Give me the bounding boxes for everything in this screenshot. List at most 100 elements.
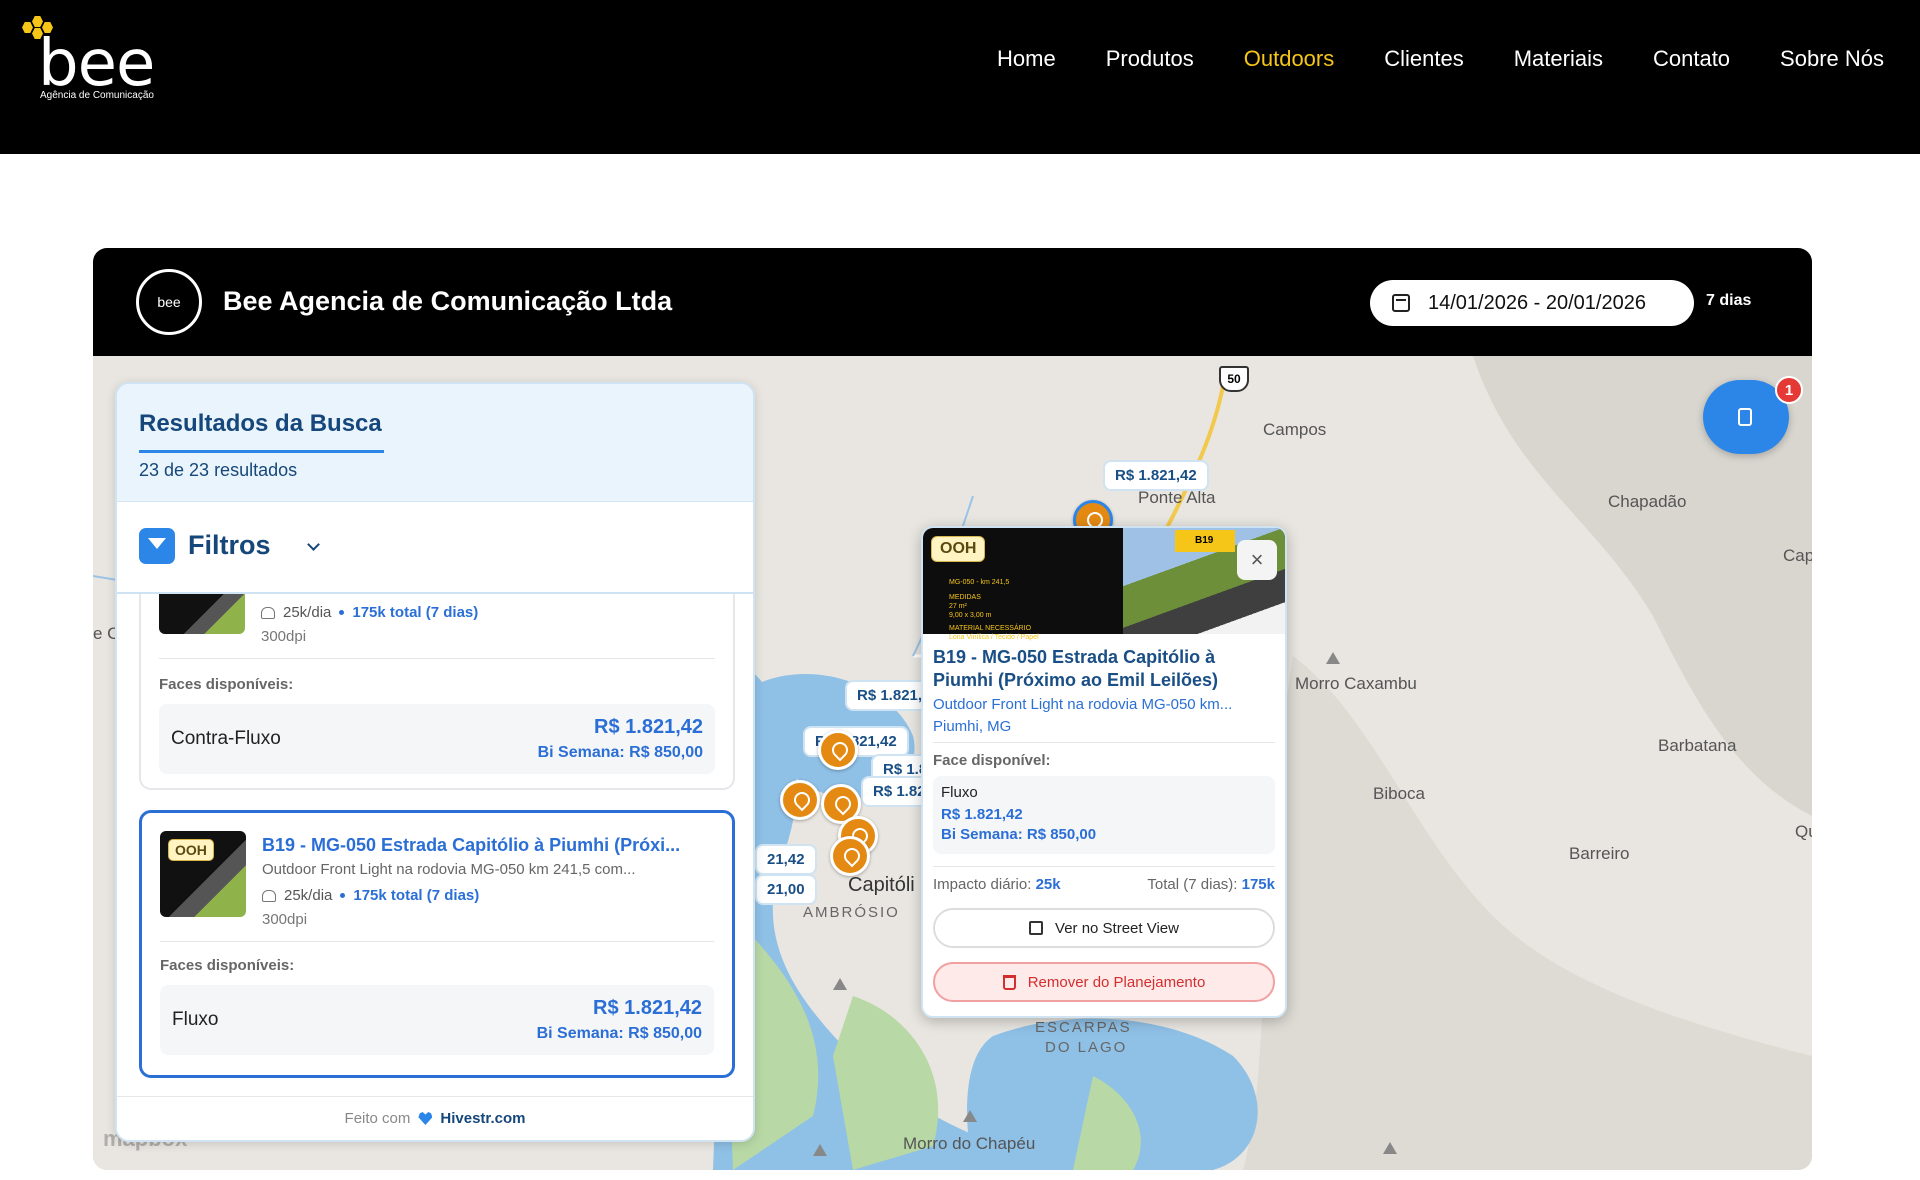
nav-home[interactable]: Home (997, 46, 1056, 72)
map-pin-icon[interactable] (830, 836, 870, 876)
close-icon[interactable]: × (1237, 540, 1277, 580)
divider (160, 941, 714, 942)
date-range-text: 14/01/2026 - 20/01/2026 (1428, 291, 1646, 314)
face-option[interactable]: Fluxo R$ 1.821,42 Bi Semana: R$ 850,00 (933, 776, 1275, 854)
audience-daily: 25k/dia (283, 604, 332, 621)
main-menu: Home Produtos Outdoors Clientes Materiai… (997, 46, 1884, 72)
company-logo: bee (136, 269, 202, 335)
brand-tagline: Agência de Comunicação (40, 90, 154, 101)
results-title: Resultados da Busca (139, 410, 382, 437)
date-range-picker[interactable]: 14/01/2026 - 20/01/2026 (1370, 280, 1694, 326)
brand-logo[interactable]: bee Agência de Comunicação (18, 14, 168, 109)
map-price-tag[interactable]: 21,00 (755, 874, 817, 905)
audience-daily: 25k/dia (284, 887, 333, 904)
place-chapadao: Chapadão (1608, 492, 1687, 511)
spec-line: 9,00 x 3,00 m (949, 612, 992, 619)
face-option[interactable]: Contra-Fluxo R$ 1.821,42 Bi Semana: R$ 8… (159, 704, 715, 774)
billboard-specs: MG-050 - km 241,5 MEDIDAS 27 m² 9,00 x 3… (949, 578, 1039, 642)
impact-label: Impacto diário: (933, 876, 1032, 893)
nav-materiais[interactable]: Materiais (1514, 46, 1603, 72)
brand-word: bee (38, 27, 155, 101)
planning-count-badge: 1 (1775, 376, 1803, 404)
result-card[interactable]: 25k/dia 175k total (7 dias) 300dpi Faces… (139, 584, 735, 790)
place-ponte-alta: Ponte Alta (1138, 488, 1216, 507)
filter-icon (139, 528, 175, 564)
map-pin-icon[interactable] (780, 780, 820, 820)
remove-from-plan-button[interactable]: Remover do Planejamento (933, 962, 1275, 1002)
audience-stat: 25k/dia 175k total (7 dias) (261, 604, 478, 621)
place-ambrosio: AMBRÓSIO (803, 904, 900, 921)
popup-subtitle: Outdoor Front Light na rodovia MG-050 km… (933, 696, 1233, 713)
results-footer: Feito com Hivestr.com (117, 1096, 753, 1140)
people-icon (261, 606, 275, 619)
spec-line: Lona Vinílica / Tecido / Papel (949, 634, 1039, 641)
peak-icon (1383, 1142, 1397, 1154)
face-biweekly-price: Bi Semana: R$ 850,00 (536, 1025, 702, 1042)
total-label: Total (7 dias): (1147, 876, 1238, 893)
ooh-chip: OOH (931, 536, 986, 562)
results-header: Resultados da Busca 23 de 23 resultados (117, 384, 753, 502)
chevron-down-icon (307, 538, 320, 551)
place-capitolio: Capitóli (848, 874, 915, 896)
map-price-tag[interactable]: 21,42 (755, 844, 817, 875)
billboard-code: B19 (1195, 535, 1214, 546)
nav-contato[interactable]: Contato (1653, 46, 1730, 72)
planning-list-button[interactable]: 1 (1703, 376, 1803, 454)
place-morro-caxambu: Morro Caxambu (1295, 674, 1417, 693)
honeycomb-icon (22, 22, 33, 33)
spec-line: MATERIAL NECESSÁRIO (949, 625, 1032, 632)
total-stat: Total (7 dias): 175k (1147, 876, 1275, 893)
divider (933, 866, 1275, 867)
billboard-thumbnail: OOH (160, 831, 246, 917)
results-title-underline (139, 450, 384, 453)
audience-total: 175k total (7 dias) (352, 604, 479, 621)
nav-sobre-nos[interactable]: Sobre Nós (1780, 46, 1884, 72)
map-price-tag[interactable]: R$ 1.821,42 (1103, 460, 1209, 491)
place-morro-chapeu: Morro do Chapéu (903, 1134, 1036, 1153)
place-campos: Campos (1263, 420, 1327, 439)
honeycomb-icon (32, 16, 43, 27)
result-title[interactable]: B19 - MG-050 Estrada Capitólio à Piumhi … (262, 835, 722, 856)
face-name: Fluxo (941, 784, 978, 801)
filters-toggle[interactable]: Filtros (117, 502, 753, 594)
peak-icon (833, 978, 847, 990)
divider (159, 658, 715, 659)
face-option[interactable]: Fluxo R$ 1.821,42 Bi Semana: R$ 850,00 (160, 985, 714, 1055)
nav-clientes[interactable]: Clientes (1384, 46, 1463, 72)
days-count: 7 dias (1706, 292, 1752, 309)
highway-shield: 50 (1219, 366, 1249, 392)
total-value: 175k (1241, 876, 1275, 893)
faces-label: Faces disponíveis: (160, 957, 295, 974)
spec-line: MEDIDAS (949, 594, 981, 601)
planning-panel: bee Bee Agencia de Comunicação Ltda 14/0… (93, 248, 1812, 1170)
resolution: 300dpi (262, 911, 308, 928)
face-price: R$ 1.821,42 (941, 806, 1023, 823)
place-barbatana: Barbatana (1658, 736, 1737, 755)
remove-label: Remover do Planejamento (1027, 973, 1206, 991)
billboard-code-plate: B19 (1175, 530, 1235, 552)
clipboard-icon (1738, 408, 1752, 426)
trash-icon (1002, 974, 1016, 990)
place-escarpas: ESCARPAS (1035, 1019, 1132, 1036)
result-subtitle: Outdoor Front Light na rodovia MG-050 km… (262, 861, 636, 878)
heart-icon (418, 1112, 433, 1125)
panel-header: bee Bee Agencia de Comunicação Ltda 14/0… (93, 248, 1812, 356)
map-pin-icon[interactable] (818, 730, 858, 770)
nav-produtos[interactable]: Produtos (1106, 46, 1194, 72)
separator-dot (340, 893, 346, 898)
result-card-selected[interactable]: OOH B19 - MG-050 Estrada Capitólio à Piu… (139, 810, 735, 1078)
face-name: Fluxo (172, 1009, 219, 1030)
street-view-label: Ver no Street View (1055, 919, 1179, 937)
faces-label: Faces disponíveis: (159, 676, 294, 693)
impact-value: 25k (1035, 876, 1061, 893)
street-view-button[interactable]: Ver no Street View (933, 908, 1275, 948)
footer-site-link[interactable]: Hivestr.com (440, 1110, 525, 1127)
top-navigation: bee Agência de Comunicação Home Produtos… (0, 0, 1920, 154)
audience-stat: 25k/dia 175k total (7 dias) (262, 887, 479, 904)
place-biboca: Biboca (1373, 784, 1425, 803)
place-barreiro: Barreiro (1569, 844, 1630, 863)
nav-outdoors[interactable]: Outdoors (1244, 46, 1335, 72)
map-view[interactable]: 50 Campos Ponte Alta Chapadão Cap Morro … (93, 356, 1812, 1170)
face-name: Contra-Fluxo (171, 728, 281, 749)
footer-made-with: Feito com (344, 1110, 411, 1127)
